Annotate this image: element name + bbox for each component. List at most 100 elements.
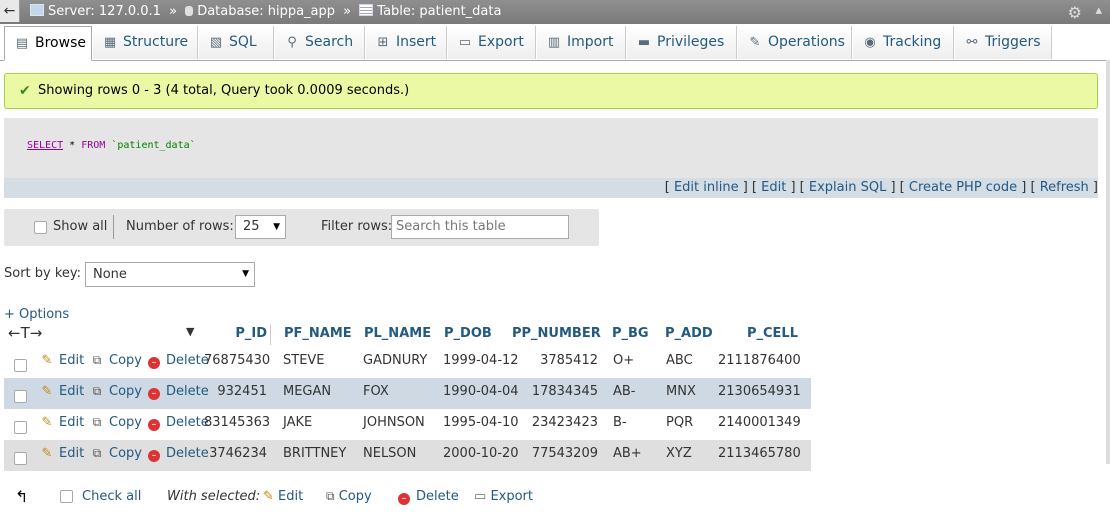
row-edit-label: Edit bbox=[59, 384, 85, 399]
bulk-export-label: Export bbox=[490, 489, 533, 504]
copy-icon: ⧉ bbox=[92, 415, 102, 429]
number-of-rows-select[interactable]: 25 ▼ bbox=[235, 215, 286, 239]
bulk-export-button[interactable]: ▭ Export bbox=[474, 489, 533, 504]
cell-pl-name: FOX bbox=[363, 384, 389, 399]
tab-triggers[interactable]: ⚯ Triggers bbox=[955, 26, 1052, 59]
tab-label: Privileges bbox=[657, 34, 725, 50]
tab-tracking[interactable]: ◉ Tracking bbox=[853, 26, 954, 59]
tab-insert[interactable]: ⊞ Insert bbox=[366, 26, 447, 59]
options-link[interactable]: + Options bbox=[4, 307, 69, 322]
sql-keyword-from: FROM bbox=[81, 140, 106, 151]
tab-import[interactable]: ▥ Import bbox=[537, 26, 626, 59]
bracket-close: ] [ bbox=[1017, 180, 1040, 195]
cell-p-id: 3746234 bbox=[209, 446, 267, 461]
cell-pf-name: BRITTNEY bbox=[283, 446, 347, 461]
back-arrow-icon[interactable]: ← bbox=[0, 0, 20, 22]
bulk-copy-button[interactable]: ⧉ Copy bbox=[326, 489, 372, 504]
row-delete-link[interactable]: – Delete bbox=[148, 446, 209, 462]
breadcrumb-table[interactable]: Table: patient_data bbox=[377, 4, 501, 19]
sql-query-links: [ Edit inline ] [ Edit ] [ Explain SQL ]… bbox=[4, 178, 1098, 198]
explain-sql-link[interactable]: Explain SQL bbox=[809, 180, 886, 195]
check-all-label[interactable]: Check all bbox=[82, 489, 141, 504]
column-resize-icon[interactable]: ←T→ bbox=[8, 324, 42, 342]
edit-inline-link[interactable]: Edit inline bbox=[674, 180, 739, 195]
show-all-checkbox[interactable] bbox=[34, 221, 47, 234]
cell-p-dob: 1999-04-12 bbox=[443, 353, 519, 368]
show-all-label[interactable]: Show all bbox=[53, 219, 107, 234]
refresh-link[interactable]: Refresh bbox=[1040, 180, 1089, 195]
tab-sql[interactable]: ▧ SQL bbox=[199, 26, 274, 59]
cell-p-dob: 1995-04-10 bbox=[443, 415, 519, 430]
row-edit-link[interactable]: ✎ Edit bbox=[40, 415, 85, 430]
edit-query-link[interactable]: Edit bbox=[761, 180, 786, 195]
table-row: ✎ Edit ⧉ Copy – Delete 83145363 JAKE JOHNSO… bbox=[4, 409, 811, 440]
sort-triangle-icon[interactable]: ▼ bbox=[186, 325, 194, 338]
row-copy-link[interactable]: ⧉ Copy bbox=[90, 384, 142, 399]
tab-browse[interactable]: ▤ Browse bbox=[4, 26, 92, 61]
table-row: ✎ Edit ⧉ Copy – Delete 932451 MEGAN FOX 199… bbox=[4, 378, 811, 409]
breadcrumb-database[interactable]: Database: hippa_app bbox=[197, 4, 335, 19]
delete-icon: – bbox=[148, 388, 160, 400]
cell-pp-number: 17834345 bbox=[531, 384, 598, 399]
collapse-icon[interactable]: ▴ bbox=[1095, 3, 1102, 18]
database-icon bbox=[185, 6, 194, 16]
sql-table-name: `patient_data` bbox=[111, 140, 196, 151]
row-delete-link[interactable]: – Delete bbox=[148, 353, 209, 369]
delete-icon: – bbox=[148, 450, 160, 462]
column-header[interactable]: PL_NAME bbox=[360, 323, 438, 347]
row-copy-link[interactable]: ⧉ Copy bbox=[90, 353, 142, 368]
column-header[interactable]: PP_NUMBER bbox=[512, 323, 601, 347]
row-copy-link[interactable]: ⧉ Copy bbox=[90, 415, 142, 430]
row-copy-label: Copy bbox=[109, 384, 142, 399]
filter-rows-input[interactable]: Search this table bbox=[391, 215, 569, 239]
scrollbar[interactable] bbox=[1106, 60, 1110, 464]
column-header[interactable]: P_DOB bbox=[442, 323, 508, 347]
column-header[interactable]: P_CELL bbox=[724, 323, 798, 347]
gear-icon[interactable]: ⚙ bbox=[1068, 3, 1082, 22]
tab-operations[interactable]: ✎ Operations bbox=[738, 26, 852, 59]
cell-p-cell: 2111876400 bbox=[718, 353, 801, 368]
bulk-edit-button[interactable]: ✎ Edit bbox=[263, 489, 303, 504]
column-header-label: P_ID bbox=[235, 326, 267, 341]
tab-privileges[interactable]: ▬ Privileges bbox=[627, 26, 737, 59]
column-header[interactable]: PF_NAME bbox=[276, 323, 354, 347]
column-header[interactable]: P_ADD bbox=[665, 323, 715, 347]
chevron-down-icon: ▼ bbox=[242, 269, 249, 279]
chevron-down-icon: ▼ bbox=[273, 222, 280, 232]
tab-label: Operations bbox=[768, 34, 845, 50]
row-checkbox[interactable] bbox=[14, 359, 27, 372]
column-header[interactable]: P_ID bbox=[204, 323, 271, 347]
row-edit-label: Edit bbox=[59, 446, 85, 461]
cell-p-id: 83145363 bbox=[204, 415, 271, 430]
cell-p-add: ABC bbox=[666, 353, 693, 368]
sort-by-key-value: None bbox=[93, 267, 127, 282]
tab-structure[interactable]: ▦ Structure bbox=[93, 26, 198, 59]
breadcrumb-server[interactable]: Server: 127.0.0.1 bbox=[48, 4, 161, 19]
row-checkbox[interactable] bbox=[14, 452, 27, 465]
sort-by-key-select[interactable]: None ▼ bbox=[85, 262, 255, 287]
bulk-delete-button[interactable]: – Delete bbox=[398, 489, 459, 505]
sql-keyword-select[interactable]: SELECT bbox=[27, 140, 63, 151]
row-copy-link[interactable]: ⧉ Copy bbox=[90, 446, 142, 461]
row-edit-link[interactable]: ✎ Edit bbox=[40, 384, 85, 399]
breadcrumb-bar: ← Server: 127.0.0.1 » Database: hippa_ap… bbox=[0, 0, 1110, 24]
tab-export[interactable]: ▭ Export bbox=[448, 26, 536, 59]
row-checkbox[interactable] bbox=[14, 421, 27, 434]
column-header[interactable]: P_BG bbox=[612, 323, 652, 347]
row-delete-link[interactable]: – Delete bbox=[148, 415, 209, 431]
row-copy-label: Copy bbox=[109, 353, 142, 368]
row-edit-link[interactable]: ✎ Edit bbox=[40, 353, 85, 368]
cell-pp-number: 3785412 bbox=[540, 353, 598, 368]
cell-p-dob: 1990-04-04 bbox=[443, 384, 519, 399]
check-all-checkbox[interactable] bbox=[60, 490, 73, 503]
row-edit-link[interactable]: ✎ Edit bbox=[40, 446, 85, 461]
create-php-code-link[interactable]: Create PHP code bbox=[909, 180, 1017, 195]
copy-icon: ⧉ bbox=[92, 384, 102, 398]
row-checkbox[interactable] bbox=[14, 390, 27, 403]
cell-p-id: 76875430 bbox=[204, 353, 271, 368]
row-delete-link[interactable]: – Delete bbox=[148, 384, 209, 400]
delete-icon: – bbox=[148, 357, 160, 369]
cell-pl-name: JOHNSON bbox=[363, 415, 425, 430]
tab-search[interactable]: ⚲ Search bbox=[275, 26, 365, 59]
cell-p-cell: 2113465780 bbox=[718, 446, 801, 461]
